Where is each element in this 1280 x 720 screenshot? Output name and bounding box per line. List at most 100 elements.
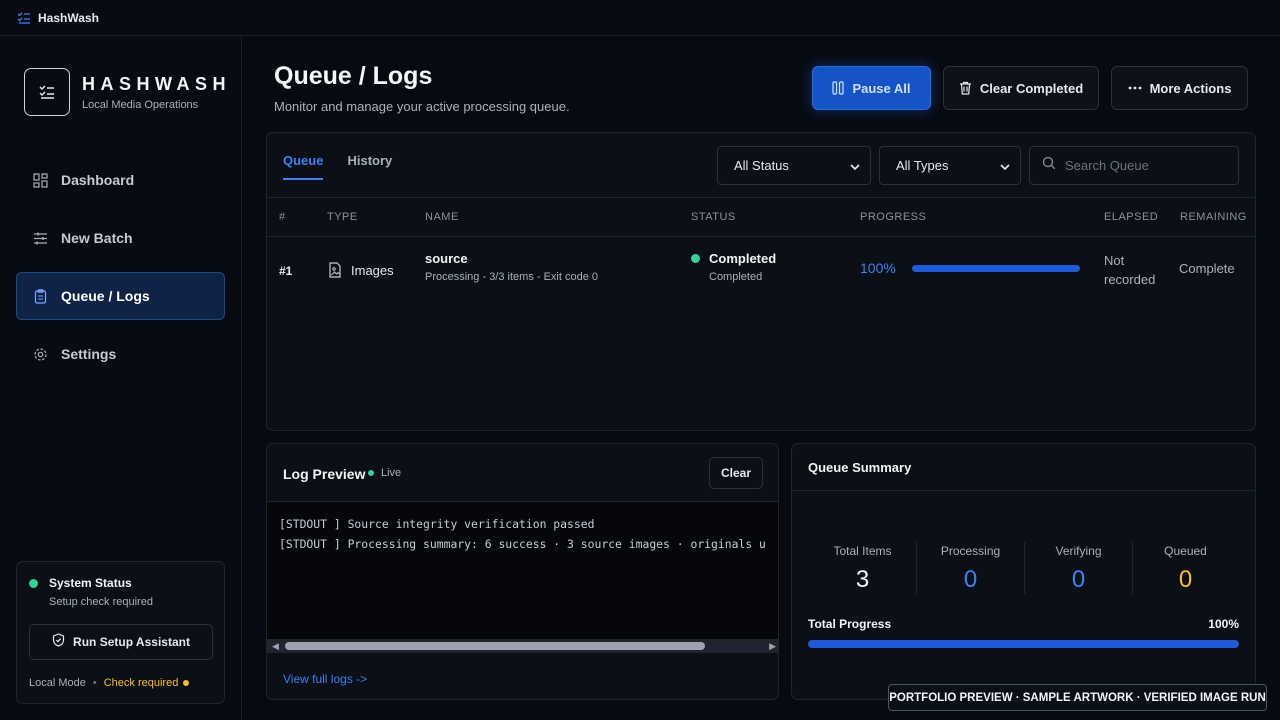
- column-header: PROGRESS: [860, 211, 927, 223]
- column-header: ELAPSED: [1104, 211, 1159, 223]
- view-full-logs-link[interactable]: View full logs ->: [283, 672, 367, 686]
- clear-completed-button[interactable]: Clear Completed: [943, 66, 1099, 110]
- column-header: REMAINING: [1180, 211, 1247, 223]
- sidebar-item-label: New Batch: [61, 230, 133, 246]
- page-title: Queue / Logs: [274, 62, 433, 90]
- stat-value: 3: [855, 566, 870, 593]
- stat-value: 0: [1178, 566, 1193, 593]
- search-box: [1029, 146, 1239, 185]
- row-name-title: source: [425, 251, 468, 266]
- horizontal-scrollbar[interactable]: ◀ ▶: [267, 639, 778, 653]
- sidebar-item-settings[interactable]: Settings: [16, 330, 225, 378]
- total-progress-value: 100%: [1208, 617, 1239, 631]
- sidebar-item-dashboard[interactable]: Dashboard: [16, 156, 225, 204]
- shield-check-icon: [52, 632, 65, 652]
- type-filter-select[interactable]: All Types: [879, 146, 1021, 185]
- row-progress-bar: [912, 264, 1080, 272]
- total-progress-bar: [808, 640, 1239, 648]
- pause-all-button[interactable]: Pause All: [812, 66, 931, 110]
- table-header: # TYPE NAME STATUS PROGRESS ELAPSED REMA…: [267, 197, 1255, 237]
- sidebar: HASHWASH Local Media Operations Dashboar…: [0, 36, 242, 720]
- scroll-right-icon[interactable]: ▶: [769, 641, 776, 652]
- row-status: Completed Completed: [691, 251, 776, 283]
- more-horizontal-icon: [1128, 86, 1142, 90]
- tab-queue[interactable]: Queue: [283, 153, 324, 180]
- queue-summary-panel: Queue Summary Total Items 3 Processing 0…: [791, 443, 1256, 700]
- queue-summary-title: Queue Summary: [808, 460, 912, 475]
- live-dot: [368, 470, 374, 476]
- queue-tabs: Queue History: [283, 153, 416, 180]
- log-preview-title: Log Preview: [283, 466, 366, 482]
- divider: [792, 490, 1255, 491]
- total-progress-label: Total Progress: [808, 617, 892, 631]
- sidebar-item-label: Queue / Logs: [61, 288, 150, 304]
- scroll-left-icon[interactable]: ◀: [272, 641, 279, 652]
- system-status-title: System Status: [49, 576, 132, 590]
- column-header: TYPE: [327, 211, 358, 223]
- status-filter-value: All Status: [734, 158, 789, 173]
- tab-history[interactable]: History: [347, 153, 392, 180]
- row-name: source Processing - 3/3 items - Exit cod…: [425, 251, 598, 283]
- sidebar-item-queue-logs[interactable]: Queue / Logs: [16, 272, 225, 320]
- clear-log-button[interactable]: Clear: [709, 457, 763, 489]
- sidebar-item-label: Settings: [61, 346, 117, 362]
- row-progress: 100%: [860, 260, 1080, 276]
- portfolio-preview-badge: PORTFOLIO PREVIEW · SAMPLE ARTWORK · VER…: [888, 684, 1267, 711]
- status-filter-select[interactable]: All Status: [717, 146, 871, 185]
- image-file-icon: [328, 262, 342, 278]
- stat-processing: Processing 0: [917, 544, 1024, 594]
- row-number: #1: [279, 264, 293, 278]
- column-header: STATUS: [691, 211, 736, 223]
- run-setup-assistant-button[interactable]: Run Setup Assistant: [29, 624, 213, 660]
- title-bar: HashWash: [0, 0, 1280, 36]
- app-list-icon: [17, 11, 31, 25]
- column-header: NAME: [425, 211, 459, 223]
- brand-name: HASHWASH: [82, 73, 232, 94]
- brand-logo-icon: [24, 68, 70, 116]
- type-filter-value: All Types: [896, 158, 949, 173]
- stat-label: Verifying: [1055, 544, 1102, 558]
- total-progress-fill: [808, 640, 1239, 648]
- system-status-card: System Status Setup check required Run S…: [16, 561, 225, 704]
- row-status-detail: Completed: [709, 271, 763, 283]
- stat-value: 0: [963, 566, 978, 593]
- row-type: Images: [328, 262, 394, 278]
- sliders-icon: [32, 230, 48, 246]
- page-subtitle: Monitor and manage your active processin…: [274, 99, 570, 114]
- brand: HASHWASH Local Media Operations: [24, 68, 231, 116]
- log-line: [STDOUT ] Source integrity verification …: [279, 517, 595, 531]
- row-progress-fill: [912, 264, 1080, 272]
- chevron-down-icon: [850, 158, 860, 173]
- gear-icon: [32, 346, 48, 362]
- status-dot: [691, 254, 700, 263]
- search-input[interactable]: [1065, 158, 1225, 173]
- pause-icon: [832, 81, 845, 95]
- stat-queued: Queued 0: [1132, 544, 1239, 594]
- mode-label: Local Mode: [29, 677, 86, 689]
- more-actions-button[interactable]: More Actions: [1111, 66, 1248, 110]
- log-output: [STDOUT ] Source integrity verification …: [267, 501, 778, 639]
- separator-dot: •: [92, 677, 97, 689]
- sidebar-item-label: Dashboard: [61, 172, 135, 188]
- system-status-subtitle: Setup check required: [49, 596, 153, 608]
- row-progress-percent: 100%: [860, 260, 896, 276]
- row-type-label: Images: [351, 262, 394, 278]
- status-dot: [29, 578, 38, 588]
- scrollbar-thumb[interactable]: [285, 642, 705, 650]
- row-remaining: Complete: [1179, 261, 1235, 276]
- table-row[interactable]: #1 Images source Processing - 3/3 items …: [267, 237, 1255, 299]
- stat-verifying: Verifying 0: [1025, 544, 1132, 594]
- log-line: [STDOUT ] Processing summary: 6 success …: [279, 537, 766, 551]
- queue-panel: Queue History All Status All Types # TYP…: [266, 132, 1256, 431]
- stat-label: Processing: [940, 544, 1001, 558]
- live-label: Live: [381, 467, 402, 479]
- stat-total-items: Total Items 3: [809, 544, 916, 594]
- stat-value: 0: [1071, 566, 1086, 593]
- more-actions-label: More Actions: [1149, 80, 1232, 96]
- sidebar-nav: Dashboard New Batch Queue / Logs Setting…: [16, 156, 225, 388]
- log-preview-panel: Log Preview Live Clear [STDOUT ] Source …: [266, 443, 779, 700]
- clear-completed-label: Clear Completed: [979, 80, 1084, 96]
- sidebar-item-new-batch[interactable]: New Batch: [16, 214, 225, 262]
- stat-label: Total Items: [833, 544, 892, 558]
- clipboard-icon: [32, 288, 48, 304]
